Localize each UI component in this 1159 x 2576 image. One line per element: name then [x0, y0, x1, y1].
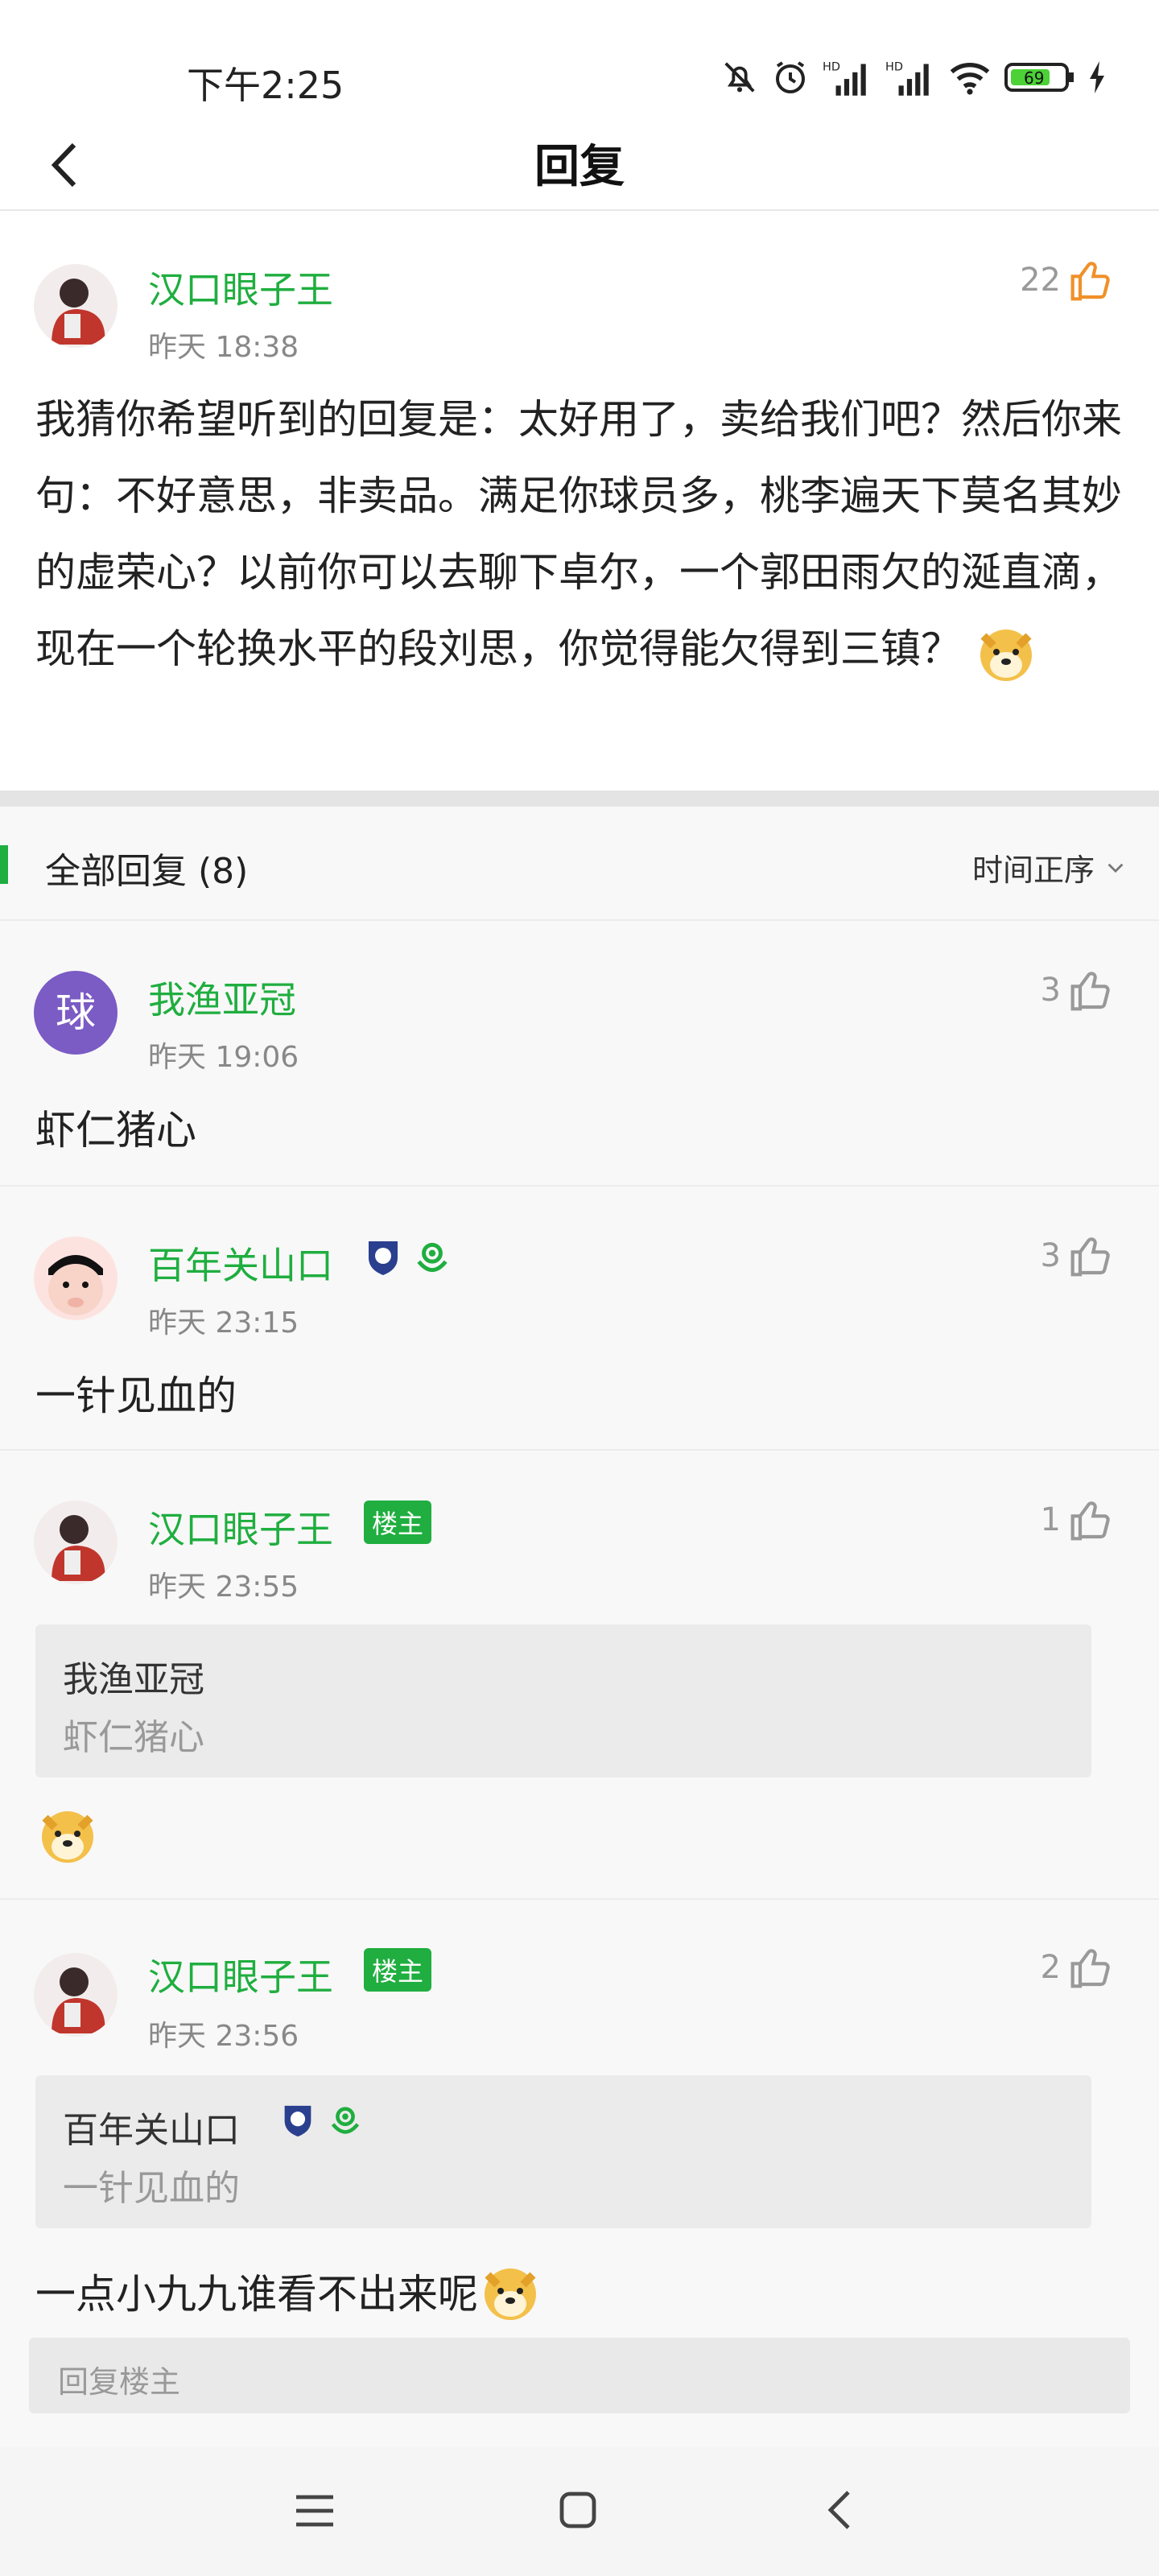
- charging-icon: [1090, 61, 1104, 93]
- page-title: 回复: [534, 141, 625, 193]
- reply-timestamp: 昨天 23:15: [148, 1307, 299, 1340]
- status-bar: 下午2:25 HD HD 69: [0, 0, 1159, 121]
- status-time: 下午2:25: [187, 64, 344, 107]
- user-avatar-image: [48, 1255, 103, 1315]
- avatar[interactable]: 球: [34, 971, 118, 1055]
- thumbs-up-icon: [1070, 1501, 1110, 1541]
- team-shield-icon: [369, 1241, 398, 1275]
- doge-emoji-icon: [485, 2268, 536, 2320]
- user-avatar-image: [34, 264, 118, 348]
- replies-header: 全部回复 (8) 时间正序: [0, 807, 1159, 921]
- reply-text: 一点小九九谁看不出来呢: [35, 2271, 478, 2318]
- avatar[interactable]: [34, 1953, 118, 2037]
- like-button[interactable]: 3: [1041, 1233, 1114, 1278]
- accent-bar: [0, 845, 8, 884]
- reply-text: 一针见血的: [35, 1373, 237, 1419]
- wifi-icon: [950, 63, 990, 95]
- reply-author[interactable]: 我渔亚冠: [148, 971, 296, 1024]
- reply-item: 汉口眼子王 楼主 昨天 23:55 1 我渔亚冠 虾仁猪心: [0, 1451, 1159, 1900]
- battery-icon: 69: [1004, 63, 1074, 92]
- like-count: 3: [1040, 972, 1061, 1009]
- sort-label: 时间正序: [971, 852, 1095, 888]
- svg-text:HD: HD: [885, 61, 903, 74]
- like-count: 22: [1020, 262, 1061, 299]
- reply-timestamp: 昨天 23:55: [148, 1571, 299, 1604]
- post-text: 我猜你希望听到的回复是：太好用了，卖给我们吧？然后你来句：不好意思，非卖品。满足…: [35, 396, 1122, 672]
- like-count: 3: [1040, 1237, 1061, 1274]
- signal-icon: HD: [885, 61, 929, 96]
- reply-author[interactable]: 汉口眼子王: [148, 1948, 333, 2001]
- op-badge: 楼主: [364, 1948, 432, 1992]
- reply-timestamp: 昨天 19:06: [148, 1041, 299, 1074]
- thumbs-up-icon: [1070, 1949, 1110, 1988]
- home-icon[interactable]: [557, 2489, 599, 2531]
- doge-emoji-icon: [980, 629, 1032, 681]
- avatar[interactable]: [34, 1236, 118, 1320]
- user-avatar-image: [34, 1501, 118, 1584]
- quoted-text: 虾仁猪心: [63, 1717, 204, 1758]
- thumbs-up-icon: [1070, 1237, 1110, 1277]
- like-count: 2: [1040, 1949, 1061, 1986]
- signal-icon: HD: [823, 61, 866, 96]
- doge-emoji-icon: [42, 1811, 93, 1863]
- avatar[interactable]: [34, 264, 118, 348]
- fan-badge-icon: [331, 2107, 360, 2134]
- reply-author[interactable]: 汉口眼子王: [148, 1501, 333, 1554]
- bell-off-icon: [724, 62, 755, 93]
- avatar[interactable]: [34, 1501, 118, 1584]
- chevron-down-icon: [1107, 863, 1124, 873]
- post-content: 我猜你希望听到的回复是：太好用了，卖给我们吧？然后你来句：不好意思，非卖品。满足…: [35, 382, 1122, 687]
- post-timestamp: 昨天 18:38: [148, 331, 299, 364]
- like-button[interactable]: 2: [1041, 1945, 1114, 1990]
- op-badge: 楼主: [364, 1501, 432, 1544]
- status-icons: HD HD 69: [721, 58, 1107, 97]
- post-author[interactable]: 汉口眼子王: [148, 261, 333, 314]
- quoted-author: 我渔亚冠: [63, 1659, 204, 1700]
- menu-icon[interactable]: [293, 2491, 336, 2531]
- reply-author[interactable]: 百年关山口: [148, 1236, 333, 1290]
- replies-count-title: 全部回复 (8): [45, 851, 249, 892]
- reply-timestamp: 昨天 23:56: [148, 2020, 299, 2053]
- reply-item: 百年关山口 昨天 23:15 3 一针见血的: [0, 1187, 1159, 1451]
- back-nav-icon[interactable]: [823, 2487, 858, 2533]
- reply-item: 球 我渔亚冠 昨天 19:06 3 虾仁猪心: [0, 921, 1159, 1187]
- like-count: 1: [1040, 1501, 1061, 1538]
- top-nav: 回复: [0, 121, 1159, 211]
- main-post: 汉口眼子王 昨天 18:38 22 我猜你希望听到的回复是：太好用了，卖给我们吧…: [0, 211, 1159, 791]
- battery-level: 69: [1024, 68, 1044, 88]
- alarm-icon: [776, 61, 805, 93]
- team-shield-icon: [284, 2105, 311, 2137]
- quoted-author: 百年关山口: [63, 2110, 240, 2151]
- quoted-reply[interactable]: 我渔亚冠 虾仁猪心: [35, 1624, 1091, 1777]
- svg-text:HD: HD: [823, 61, 840, 74]
- quoted-reply[interactable]: 百年关山口 一针见血的: [35, 2075, 1091, 2228]
- section-divider: [0, 791, 1159, 807]
- thumbs-up-icon: [1070, 972, 1110, 1011]
- thumbs-up-icon: [1070, 262, 1110, 301]
- reply-content: 一点小九九谁看不出来呢: [35, 2259, 542, 2323]
- reply-input-placeholder: 回复楼主: [58, 2364, 181, 2400]
- sort-dropdown[interactable]: 时间正序: [972, 845, 1127, 890]
- like-button[interactable]: 3: [1041, 968, 1114, 1013]
- like-button[interactable]: 1: [1041, 1497, 1114, 1542]
- quoted-text: 一针见血的: [63, 2168, 240, 2209]
- fan-badge-icon: [417, 1242, 448, 1273]
- reply-text: 虾仁猪心: [35, 1107, 196, 1154]
- user-avatar-image: [34, 1953, 118, 2037]
- system-nav-bar: [0, 2447, 1159, 2576]
- reply-input[interactable]: 回复楼主: [29, 2338, 1130, 2413]
- like-button[interactable]: 22: [1020, 258, 1114, 303]
